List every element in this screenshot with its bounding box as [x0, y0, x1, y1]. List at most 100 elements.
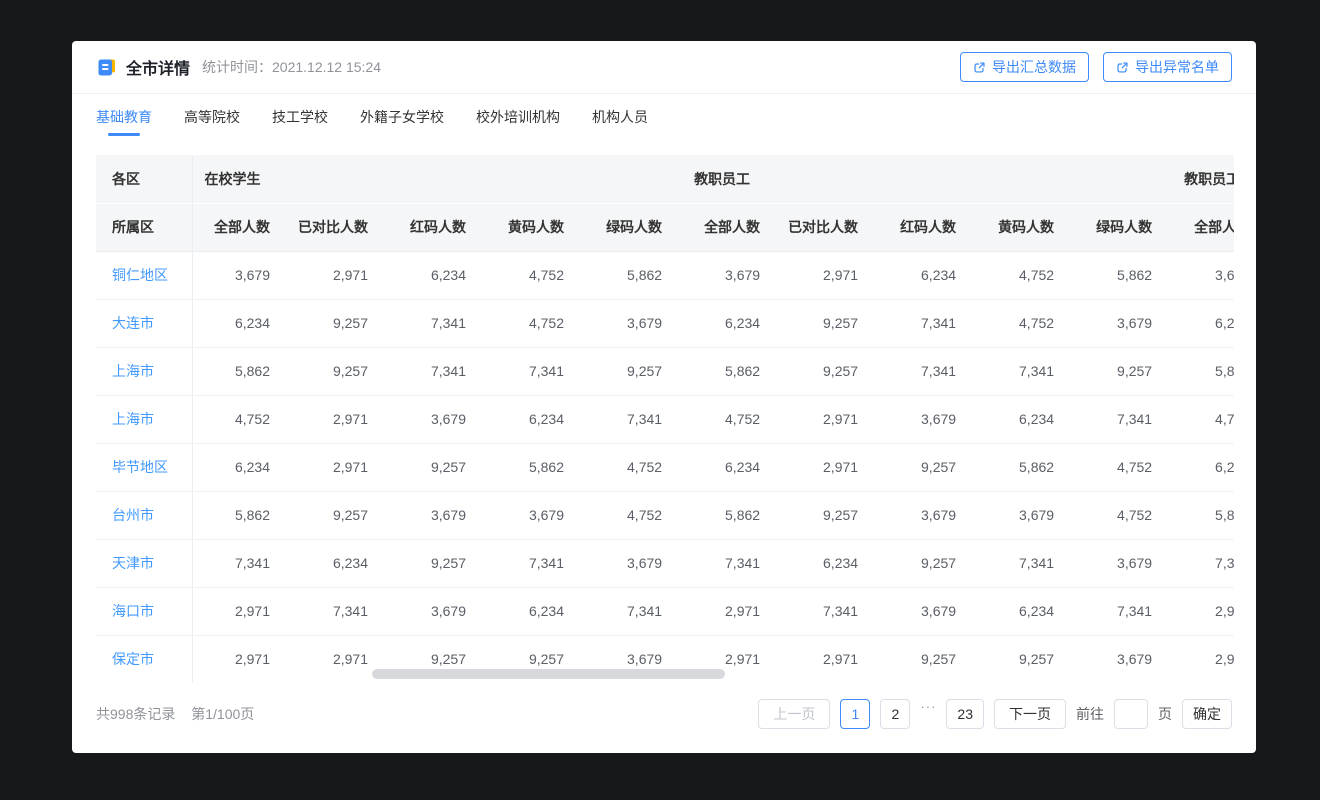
table-cell: 6,234	[486, 587, 584, 635]
table-row: 海口市2,9717,3413,6796,2347,3412,9717,3413,…	[96, 587, 1234, 635]
pagination: 上一页 12···23 下一页 前往 页 确定	[758, 699, 1232, 729]
table-cell: 4,752	[1172, 395, 1234, 443]
column-group-header-2: 教职员工	[1172, 155, 1234, 203]
table-cell: 9,257	[878, 539, 976, 587]
table-cell: 7,341	[976, 347, 1074, 395]
region-link[interactable]: 铜仁地区	[112, 267, 168, 283]
table-cell: 7,341	[878, 299, 976, 347]
table-cell: 4,752	[976, 299, 1074, 347]
export-icon	[973, 61, 986, 74]
table-cell: 9,257	[290, 347, 388, 395]
table-cell: 7,341	[388, 299, 486, 347]
table-cell: 6,234	[682, 299, 780, 347]
table-cell: 3,679	[1074, 539, 1172, 587]
table-cell: 2,971	[780, 443, 878, 491]
page-button-2[interactable]: 2	[880, 699, 910, 729]
prev-page-button[interactable]: 上一页	[758, 699, 830, 729]
table-cell: 3,679	[1074, 635, 1172, 683]
table-cell: 7,341	[1172, 539, 1234, 587]
export-icon	[1116, 61, 1129, 74]
table-row: 台州市5,8629,2573,6793,6794,7525,8629,2573,…	[96, 491, 1234, 539]
table-cell: 6,234	[780, 539, 878, 587]
table-cell: 7,341	[486, 347, 584, 395]
region-link[interactable]: 天津市	[112, 555, 154, 571]
table-cell: 9,257	[388, 539, 486, 587]
region-link[interactable]: 大连市	[112, 315, 154, 331]
region-link[interactable]: 保定市	[112, 651, 154, 667]
table-row: 天津市7,3416,2349,2577,3413,6797,3416,2349,…	[96, 539, 1234, 587]
data-table-wrap: 各区在校学生教职员工教职员工所属区全部人数已对比人数红码人数黄码人数绿码人数全部…	[96, 155, 1234, 683]
table-cell: 2,971	[290, 443, 388, 491]
table-cell: 9,257	[976, 635, 1074, 683]
fixed-column-header-bottom: 所属区	[96, 203, 192, 251]
page-button-23[interactable]: 23	[946, 699, 984, 729]
region-link[interactable]: 海口市	[112, 603, 154, 619]
tab-5[interactable]: 机构人员	[592, 94, 648, 136]
table-cell: 2,971	[192, 587, 290, 635]
pager-ellipsis[interactable]: ···	[920, 699, 936, 729]
export-summary-button[interactable]: 导出汇总数据	[960, 52, 1089, 82]
stats-timestamp: 统计时间：2021.12.12 15:24	[202, 57, 381, 77]
table-cell: 7,341	[1074, 395, 1172, 443]
region-link[interactable]: 毕节地区	[112, 459, 168, 475]
table-cell: 4,752	[486, 251, 584, 299]
export-abnormal-label: 导出异常名单	[1135, 57, 1219, 77]
total-records-text: 共998条记录	[96, 706, 175, 722]
next-page-button[interactable]: 下一页	[994, 699, 1066, 729]
table-cell: 9,257	[780, 491, 878, 539]
tab-1[interactable]: 高等院校	[184, 94, 240, 136]
tab-2[interactable]: 技工学校	[272, 94, 328, 136]
column-header: 全部人数	[192, 203, 290, 251]
column-header: 已对比人数	[780, 203, 878, 251]
table-row: 上海市5,8629,2577,3417,3419,2575,8629,2577,…	[96, 347, 1234, 395]
table-cell: 3,679	[878, 587, 976, 635]
table-cell: 4,752	[682, 395, 780, 443]
table-cell: 6,234	[486, 395, 584, 443]
data-table: 各区在校学生教职员工教职员工所属区全部人数已对比人数红码人数黄码人数绿码人数全部…	[96, 155, 1234, 683]
table-cell: 3,679	[976, 491, 1074, 539]
table-cell: 2,971	[780, 635, 878, 683]
table-cell: 6,234	[290, 539, 388, 587]
tab-4[interactable]: 校外培训机构	[476, 94, 560, 136]
table-cell: 9,257	[584, 347, 682, 395]
table-row: 铜仁地区3,6792,9716,2344,7525,8623,6792,9716…	[96, 251, 1234, 299]
table-cell: 3,679	[584, 299, 682, 347]
page-info-text: 第1/100页	[191, 706, 254, 722]
table-cell: 6,234	[192, 299, 290, 347]
table-cell: 4,752	[1074, 491, 1172, 539]
table-cell: 2,971	[290, 251, 388, 299]
tab-3[interactable]: 外籍子女学校	[360, 94, 444, 136]
table-cell: 2,971	[192, 635, 290, 683]
table-row: 毕节地区6,2342,9719,2575,8624,7526,2342,9719…	[96, 443, 1234, 491]
table-cell: 5,862	[192, 347, 290, 395]
table-cell: 2,971	[290, 395, 388, 443]
table-cell: 2,971	[1172, 587, 1234, 635]
table-cell: 6,234	[976, 395, 1074, 443]
table-cell: 7,341	[584, 587, 682, 635]
table-cell: 5,862	[486, 443, 584, 491]
export-abnormal-button[interactable]: 导出异常名单	[1103, 52, 1232, 82]
table-cell: 3,679	[486, 491, 584, 539]
table-cell: 4,752	[584, 491, 682, 539]
page-button-1[interactable]: 1	[840, 699, 870, 729]
table-cell: 4,752	[584, 443, 682, 491]
confirm-goto-button[interactable]: 确定	[1182, 699, 1232, 729]
fixed-column-header-top: 各区	[96, 155, 192, 203]
goto-page-input[interactable]	[1114, 699, 1148, 729]
horizontal-scrollbar-thumb[interactable]	[372, 669, 725, 679]
category-tabs: 基础教育高等院校技工学校外籍子女学校校外培训机构机构人员	[72, 94, 1256, 136]
region-link[interactable]: 上海市	[112, 363, 154, 379]
table-cell: 7,341	[486, 539, 584, 587]
table-cell: 3,679	[878, 491, 976, 539]
table-cell: 7,341	[682, 539, 780, 587]
column-header: 红码人数	[388, 203, 486, 251]
column-group-header-0: 在校学生	[192, 155, 682, 203]
table-cell: 3,679	[682, 251, 780, 299]
region-link[interactable]: 台州市	[112, 507, 154, 523]
table-cell: 3,679	[878, 395, 976, 443]
column-header: 黄码人数	[486, 203, 584, 251]
table-cell: 3,679	[388, 587, 486, 635]
tab-0[interactable]: 基础教育	[96, 94, 152, 136]
table-cell: 3,679	[192, 251, 290, 299]
region-link[interactable]: 上海市	[112, 411, 154, 427]
